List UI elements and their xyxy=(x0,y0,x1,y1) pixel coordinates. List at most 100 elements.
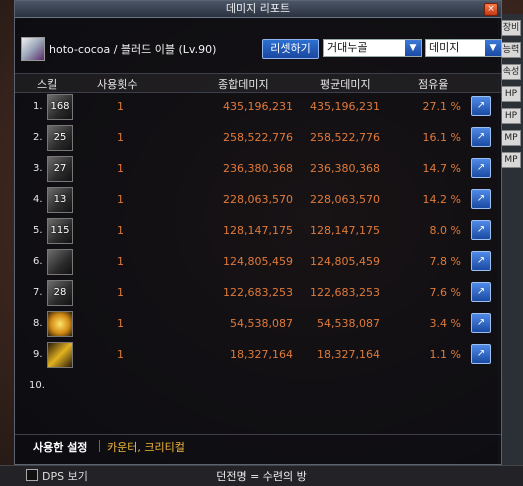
side-button-4[interactable]: HP xyxy=(501,86,521,102)
row-avg: 18,327,164 xyxy=(317,348,380,361)
window-titlebar[interactable]: 데미지 리포트 × xyxy=(15,1,501,18)
damage-report-window: 데미지 리포트 × hoto-cocoa / 블러드 이블 (Lv.90) 리셋… xyxy=(14,0,502,465)
export-button[interactable]: ↗ xyxy=(471,127,491,147)
row-count: 1 xyxy=(117,100,124,113)
export-button[interactable]: ↗ xyxy=(471,282,491,302)
export-icon: ↗ xyxy=(476,286,486,297)
row-avg: 124,805,459 xyxy=(310,255,380,268)
export-button[interactable]: ↗ xyxy=(471,313,491,333)
row-total: 18,327,164 xyxy=(230,348,293,361)
table-row: 8. 1 54,538,087 54,538,087 3.4 % ↗ xyxy=(15,308,501,339)
row-total: 435,196,231 xyxy=(223,100,293,113)
skill-icon: 168 xyxy=(47,94,73,120)
row-share: 3.4 % xyxy=(429,317,461,330)
export-icon: ↗ xyxy=(476,193,486,204)
skill-icon: 28 xyxy=(47,280,73,306)
table-row: 2. 25 1 258,522,776 258,522,776 16.1 % ↗ xyxy=(15,122,501,153)
row-avg: 236,380,368 xyxy=(310,162,380,175)
side-button-6[interactable]: MP xyxy=(501,130,521,146)
row-total: 258,522,776 xyxy=(223,131,293,144)
row-index: 10. xyxy=(29,380,45,391)
close-icon: × xyxy=(487,4,495,14)
export-button[interactable]: ↗ xyxy=(471,189,491,209)
row-share: 1.1 % xyxy=(429,348,461,361)
row-avg: 228,063,570 xyxy=(310,193,380,206)
row-avg: 128,147,175 xyxy=(310,224,380,237)
row-index: 2. xyxy=(33,132,43,143)
row-total: 54,538,087 xyxy=(230,317,293,330)
export-button[interactable]: ↗ xyxy=(471,251,491,271)
export-button[interactable]: ↗ xyxy=(471,158,491,178)
row-avg: 122,683,253 xyxy=(310,286,380,299)
row-total: 228,063,570 xyxy=(223,193,293,206)
row-count: 1 xyxy=(117,286,124,299)
export-icon: ↗ xyxy=(476,131,486,142)
row-index: 1. xyxy=(33,101,43,112)
table-row: 1. 168 1 435,196,231 435,196,231 27.1 % … xyxy=(15,91,501,122)
col-total: 종합데미지 xyxy=(218,78,269,91)
row-total: 236,380,368 xyxy=(223,162,293,175)
tab-counter-critical[interactable]: 카운터, 크리티컬 xyxy=(107,439,185,455)
reset-button[interactable]: 리셋하기 xyxy=(262,39,319,59)
row-index: 8. xyxy=(33,318,43,329)
row-count: 1 xyxy=(117,131,124,144)
row-count: 1 xyxy=(117,162,124,175)
bottom-tabs: 사용한 설정 카운터, 크리티컬 xyxy=(15,434,501,455)
metric-select[interactable]: 데미지 ▼ xyxy=(425,39,502,57)
row-count: 1 xyxy=(117,317,124,330)
row-total: 124,805,459 xyxy=(223,255,293,268)
export-icon: ↗ xyxy=(476,100,486,111)
col-count: 사용횟수 xyxy=(97,78,138,91)
table-row: 7. 28 1 122,683,253 122,683,253 7.6 % ↗ xyxy=(15,277,501,308)
skill-icon xyxy=(47,311,73,337)
skill-icon: 13 xyxy=(47,187,73,213)
row-avg: 435,196,231 xyxy=(310,100,380,113)
table-row-empty: 10. xyxy=(15,370,501,401)
row-total: 128,147,175 xyxy=(223,224,293,237)
row-index: 9. xyxy=(33,349,43,360)
export-button[interactable]: ↗ xyxy=(471,220,491,240)
row-index: 5. xyxy=(33,225,43,236)
row-share: 27.1 % xyxy=(422,100,461,113)
row-share: 16.1 % xyxy=(422,131,461,144)
skill-icon xyxy=(47,342,73,368)
dungeon-name: 던전명 = 수련의 방 xyxy=(216,470,307,483)
row-count: 1 xyxy=(117,193,124,206)
side-button-3[interactable]: 속성 xyxy=(501,64,521,80)
row-count: 1 xyxy=(117,255,124,268)
row-total: 122,683,253 xyxy=(223,286,293,299)
col-avg: 평균데미지 xyxy=(320,78,371,91)
mode-select[interactable]: 거대누골 ▼ xyxy=(323,39,422,57)
status-bar: DPS 보기 던전명 = 수련의 방 xyxy=(0,465,523,486)
side-button-1[interactable]: 장비 xyxy=(501,20,521,36)
side-button-5[interactable]: HP xyxy=(501,108,521,124)
character-name: hoto-cocoa / 블러드 이블 (Lv.90) xyxy=(49,43,217,56)
side-button-2[interactable]: 능력 xyxy=(501,42,521,58)
row-share: 14.7 % xyxy=(422,162,461,175)
row-count: 1 xyxy=(117,224,124,237)
row-avg: 54,538,087 xyxy=(317,317,380,330)
table-row: 9. 1 18,327,164 18,327,164 1.1 % ↗ xyxy=(15,339,501,370)
row-index: 3. xyxy=(33,163,43,174)
row-share: 14.2 % xyxy=(422,193,461,206)
chevron-down-icon: ▼ xyxy=(405,40,421,56)
table-row: 6. 1 124,805,459 124,805,459 7.8 % ↗ xyxy=(15,246,501,277)
export-button[interactable]: ↗ xyxy=(471,96,491,116)
skill-icon: 27 xyxy=(47,156,73,182)
skill-icon xyxy=(47,249,73,275)
export-icon: ↗ xyxy=(476,162,486,173)
row-share: 8.0 % xyxy=(429,224,461,237)
mode-select-value: 거대누골 xyxy=(327,41,368,54)
row-index: 6. xyxy=(33,256,43,267)
skill-icon: 115 xyxy=(47,218,73,244)
table-row: 5. 115 1 128,147,175 128,147,175 8.0 % ↗ xyxy=(15,215,501,246)
close-button[interactable]: × xyxy=(484,3,498,16)
table-header: 스킬 사용횟수 종합데미지 평균데미지 점유율 xyxy=(15,73,501,93)
row-avg: 258,522,776 xyxy=(310,131,380,144)
side-button-7[interactable]: MP xyxy=(501,152,521,168)
skill-icon: 25 xyxy=(47,125,73,151)
table-row: 4. 13 1 228,063,570 228,063,570 14.2 % ↗ xyxy=(15,184,501,215)
avatar xyxy=(21,37,45,61)
export-button[interactable]: ↗ xyxy=(471,344,491,364)
tab-used-settings[interactable]: 사용한 설정 xyxy=(33,439,87,455)
